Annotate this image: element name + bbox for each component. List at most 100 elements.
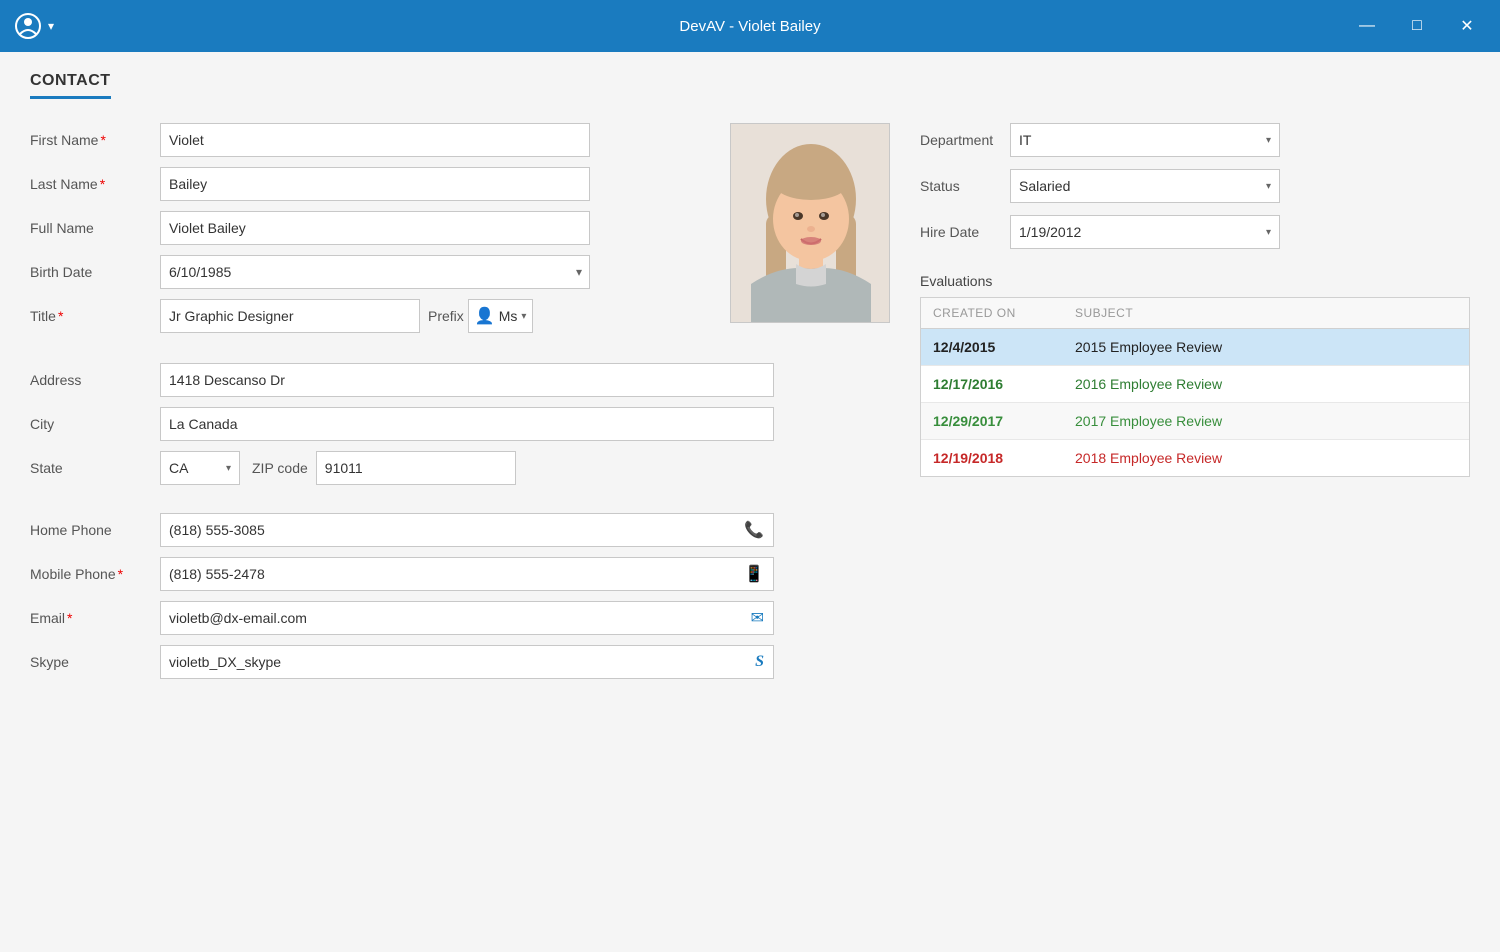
state-value: CA xyxy=(169,460,226,476)
fields-column: First Name* Last Name* Full Name xyxy=(30,123,710,343)
first-name-input[interactable] xyxy=(160,123,590,157)
birth-date-row: Birth Date ▾ xyxy=(30,255,710,289)
phone-icon: 📞 xyxy=(744,520,764,540)
right-panel: Department IT ▾ Status Salaried ▾ Hire D… xyxy=(920,123,1470,689)
eval-header-subject: SUBJECT xyxy=(1063,306,1457,320)
prefix-label: Prefix xyxy=(428,308,464,324)
home-phone-label: Home Phone xyxy=(30,522,160,538)
maximize-button[interactable]: □ xyxy=(1396,10,1438,42)
content-layout: First Name* Last Name* Full Name xyxy=(30,123,1470,689)
hire-date-row: Hire Date 1/19/2012 ▾ xyxy=(920,215,1470,249)
department-value: IT xyxy=(1019,132,1266,148)
eval-table-header: CREATED ON SUBJECT xyxy=(921,298,1469,329)
app-logo[interactable] xyxy=(12,10,44,42)
eval-date-2: 12/17/2016 xyxy=(933,376,1063,392)
last-name-row: Last Name* xyxy=(30,167,710,201)
full-name-row: Full Name xyxy=(30,211,710,245)
email-icon: ✉ xyxy=(751,608,764,628)
state-label: State xyxy=(30,460,160,476)
skype-icon: S xyxy=(755,653,764,671)
prefix-dropdown-icon: ▾ xyxy=(521,311,526,322)
address-input[interactable] xyxy=(160,363,774,397)
state-zip-wrapper: CA ▾ ZIP code xyxy=(160,451,516,485)
window-controls: — □ ✕ xyxy=(1346,10,1488,42)
state-dropdown-icon: ▾ xyxy=(226,463,231,474)
birth-date-input[interactable] xyxy=(160,255,590,289)
status-select[interactable]: Salaried ▾ xyxy=(1010,169,1280,203)
evaluations-table: CREATED ON SUBJECT 12/4/2015 2015 Employ… xyxy=(920,297,1470,477)
department-dropdown-icon: ▾ xyxy=(1266,135,1271,146)
address-section: Address City State CA ▾ ZIP xyxy=(30,363,890,485)
last-name-input[interactable] xyxy=(160,167,590,201)
close-button[interactable]: ✕ xyxy=(1446,10,1488,42)
eval-date-4: 12/19/2018 xyxy=(933,450,1063,466)
hire-date-value: 1/19/2012 xyxy=(1019,224,1266,240)
top-section: First Name* Last Name* Full Name xyxy=(30,123,890,343)
home-phone-row: Home Phone 📞 xyxy=(30,513,890,547)
app-dropdown[interactable]: ▾ xyxy=(48,19,54,33)
skype-input[interactable] xyxy=(160,645,774,679)
mobile-phone-input[interactable] xyxy=(160,557,774,591)
zip-input[interactable] xyxy=(316,451,516,485)
title-prefix-row: Prefix 👤 Ms ▾ xyxy=(160,299,533,333)
city-row: City xyxy=(30,407,890,441)
window-title: DevAV - Violet Bailey xyxy=(679,18,820,35)
address-label: Address xyxy=(30,372,160,388)
skype-wrapper: S xyxy=(160,645,774,679)
title-input[interactable] xyxy=(160,299,420,333)
mobile-phone-wrapper: 📱 xyxy=(160,557,774,591)
hire-date-select[interactable]: 1/19/2012 ▾ xyxy=(1010,215,1280,249)
email-label: Email* xyxy=(30,610,160,626)
birth-date-wrapper: ▾ xyxy=(160,255,590,289)
email-input[interactable] xyxy=(160,601,774,635)
city-label: City xyxy=(30,416,160,432)
status-dropdown-icon: ▾ xyxy=(1266,181,1271,192)
person-icon: 👤 xyxy=(475,306,495,326)
mobile-phone-row: Mobile Phone* 📱 xyxy=(30,557,890,591)
eval-row-1[interactable]: 12/4/2015 2015 Employee Review xyxy=(921,329,1469,366)
evaluations-section: Evaluations CREATED ON SUBJECT 12/4/2015… xyxy=(920,273,1470,477)
eval-row-4[interactable]: 12/19/2018 2018 Employee Review xyxy=(921,440,1469,476)
full-name-label: Full Name xyxy=(30,220,160,236)
minimize-button[interactable]: — xyxy=(1346,10,1388,42)
eval-subject-4: 2018 Employee Review xyxy=(1063,450,1457,466)
contact-photo xyxy=(730,123,890,323)
skype-label: Skype xyxy=(30,654,160,670)
prefix-select[interactable]: 👤 Ms ▾ xyxy=(468,299,534,333)
main-content: CONTACT First Name* Last xyxy=(0,52,1500,952)
email-wrapper: ✉ xyxy=(160,601,774,635)
eval-date-1: 12/4/2015 xyxy=(933,339,1063,355)
hire-date-dropdown-icon: ▾ xyxy=(1266,227,1271,238)
section-title: CONTACT xyxy=(30,72,111,99)
home-phone-input[interactable] xyxy=(160,513,774,547)
department-row: Department IT ▾ xyxy=(920,123,1470,157)
evaluations-title: Evaluations xyxy=(920,273,1470,289)
titlebar: ▾ DevAV - Violet Bailey — □ ✕ xyxy=(0,0,1500,52)
status-label: Status xyxy=(920,178,1010,194)
hire-date-label: Hire Date xyxy=(920,224,1010,240)
eval-date-3: 12/29/2017 xyxy=(933,413,1063,429)
spacer xyxy=(30,495,890,513)
prefix-value: Ms xyxy=(499,308,518,324)
department-label: Department xyxy=(920,132,1010,148)
address-row: Address xyxy=(30,363,890,397)
birth-date-label: Birth Date xyxy=(30,264,160,280)
city-input[interactable] xyxy=(160,407,774,441)
department-select[interactable]: IT ▾ xyxy=(1010,123,1280,157)
eval-header-date: CREATED ON xyxy=(933,306,1063,320)
eval-subject-3: 2017 Employee Review xyxy=(1063,413,1457,429)
home-phone-wrapper: 📞 xyxy=(160,513,774,547)
eval-row-2[interactable]: 12/17/2016 2016 Employee Review xyxy=(921,366,1469,403)
left-panel: First Name* Last Name* Full Name xyxy=(30,123,890,689)
status-value: Salaried xyxy=(1019,178,1266,194)
first-name-row: First Name* xyxy=(30,123,710,157)
state-zip-row: State CA ▾ ZIP code xyxy=(30,451,890,485)
state-select[interactable]: CA ▾ xyxy=(160,451,240,485)
eval-row-3[interactable]: 12/29/2017 2017 Employee Review xyxy=(921,403,1469,440)
eval-subject-2: 2016 Employee Review xyxy=(1063,376,1457,392)
email-row: Email* ✉ xyxy=(30,601,890,635)
skype-row: Skype S xyxy=(30,645,890,679)
last-name-label: Last Name* xyxy=(30,176,160,192)
mobile-phone-label: Mobile Phone* xyxy=(30,566,160,582)
full-name-input[interactable] xyxy=(160,211,590,245)
